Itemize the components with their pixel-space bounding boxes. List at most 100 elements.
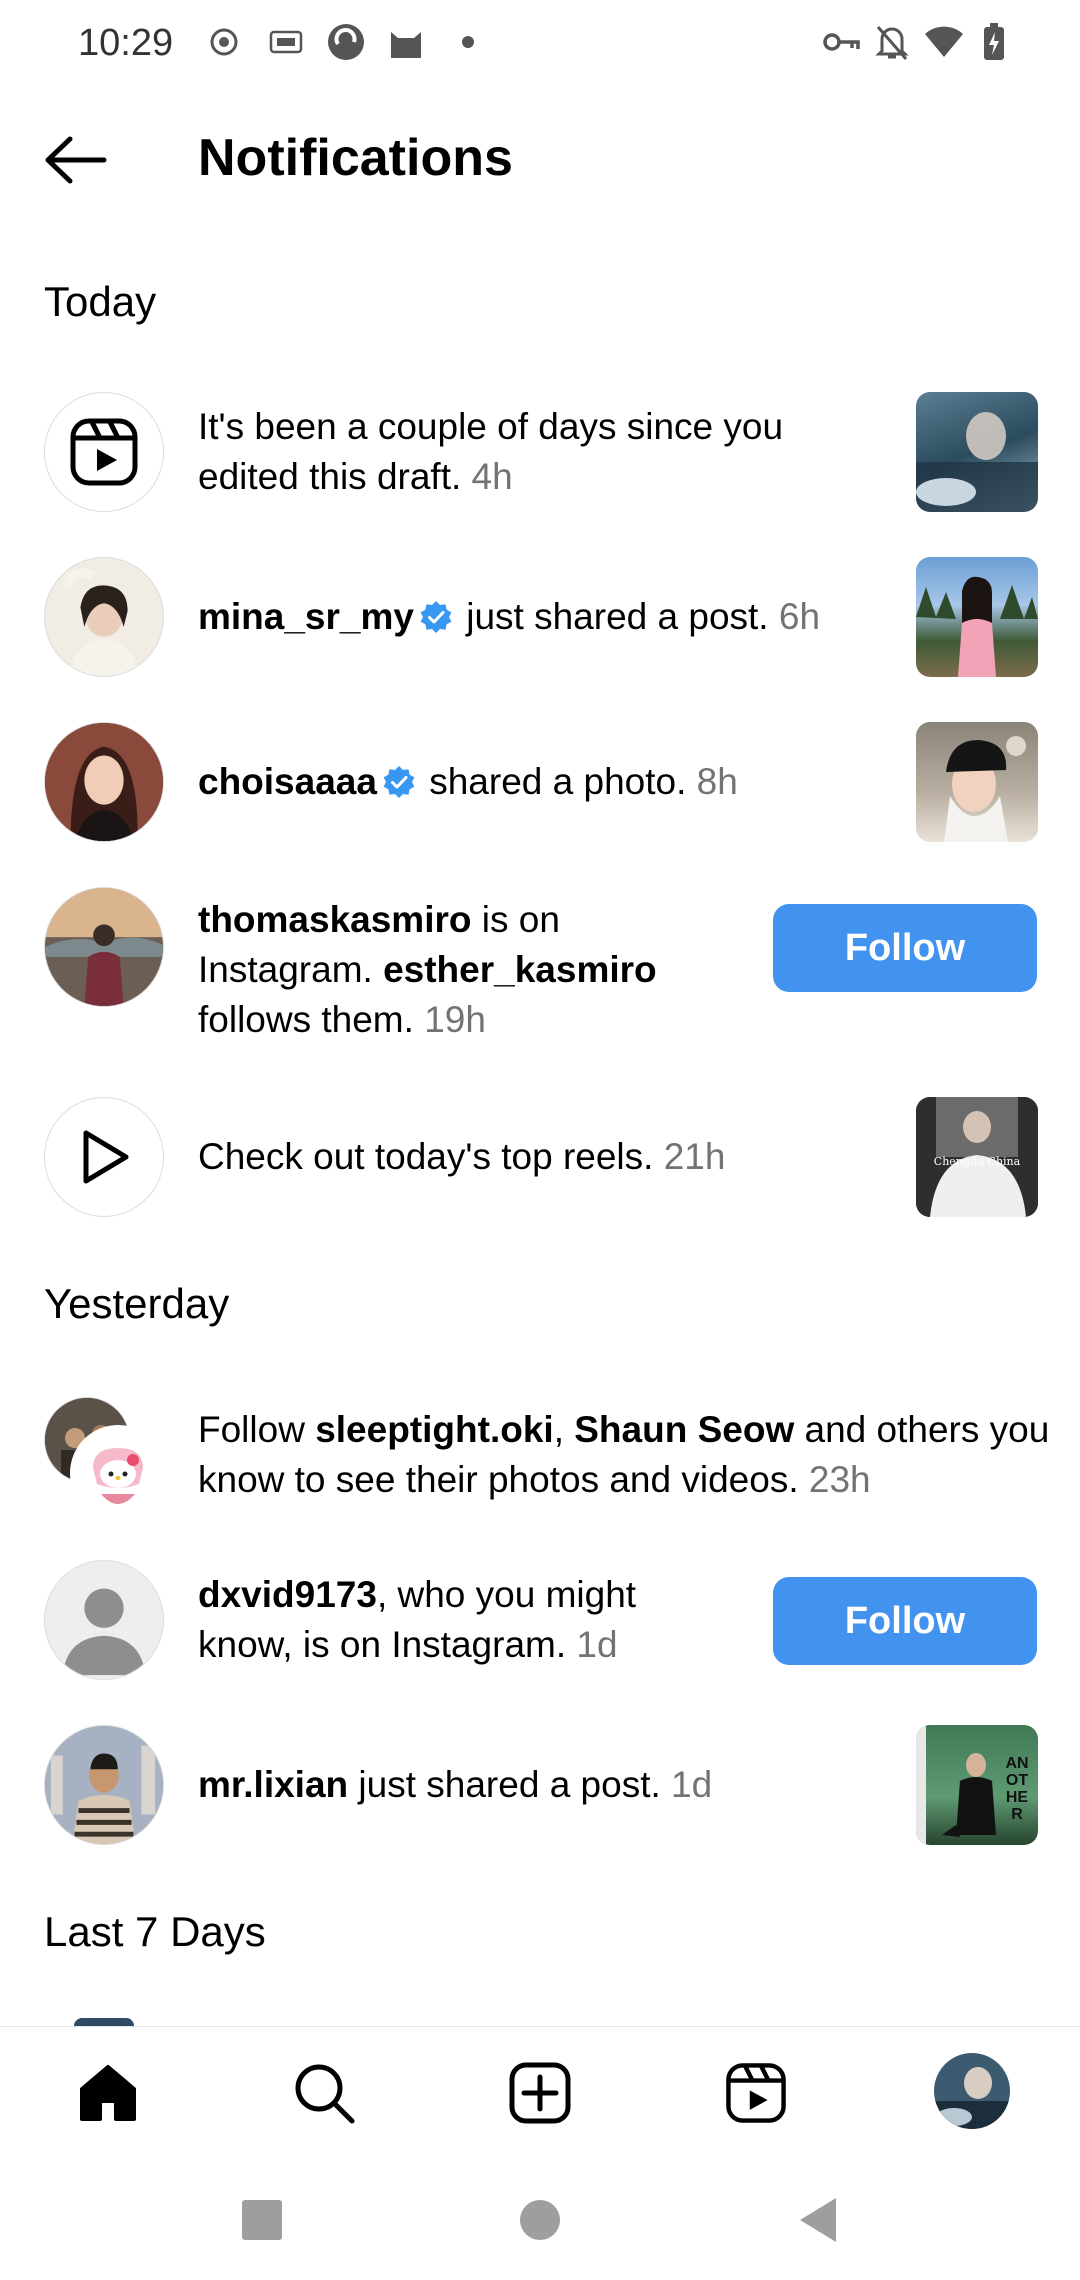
notification-message: just shared a post. xyxy=(466,596,769,637)
notification-time: 4h xyxy=(471,456,513,497)
post-thumbnail[interactable] xyxy=(916,557,1038,677)
arrow-left-icon xyxy=(45,136,107,184)
notification-draft[interactable]: It's been a couple of days since you edi… xyxy=(0,392,1080,514)
post-thumbnail[interactable]: AN OTHER xyxy=(916,1725,1038,1845)
notification-line: follows them. 19h xyxy=(198,999,486,1040)
verified-badge-icon xyxy=(420,601,452,633)
notification-text: mina_sr_my just shared a post. 6h xyxy=(198,592,820,642)
username[interactable]: choisaaaa xyxy=(198,761,377,802)
notification-time: 6h xyxy=(778,596,821,637)
notification-line: know, is on Instagram. 1d xyxy=(198,1624,618,1665)
status-time: 10:29 xyxy=(78,22,174,64)
back-button[interactable] xyxy=(40,130,112,190)
notification-top-reels[interactable]: Check out today's top reels. 21h Chengdu… xyxy=(0,1097,1080,1219)
notification-text: dxvid9173, who you might know, is on Ins… xyxy=(198,1570,636,1670)
wifi-icon xyxy=(922,20,966,64)
nav-create[interactable] xyxy=(504,2057,576,2129)
notification-photo[interactable]: choisaaaa shared a photo. 8h xyxy=(0,722,1080,844)
recents-button[interactable] xyxy=(238,2196,286,2244)
nav-reels[interactable] xyxy=(720,2057,792,2129)
thumbnail-caption: AN OTHER xyxy=(1005,1755,1029,1823)
record-icon xyxy=(202,20,246,64)
avatar[interactable] xyxy=(44,1725,164,1845)
bottom-nav xyxy=(0,2026,1080,2156)
iqiyi-icon xyxy=(264,20,308,64)
notification-follow-suggestions[interactable]: Follow sleeptight.oki, Shaun Seow and ot… xyxy=(0,1395,1080,1521)
app-circle-icon xyxy=(324,20,368,64)
search-icon xyxy=(295,2064,355,2124)
dot-icon xyxy=(446,20,490,64)
notification-time: 1d xyxy=(576,1624,618,1665)
username[interactable]: esther_kasmiro xyxy=(383,949,657,990)
notification-time: 23h xyxy=(808,1459,871,1500)
username[interactable]: thomaskasmiro xyxy=(198,899,472,940)
reel-thumbnail[interactable]: Chengdu China xyxy=(916,1097,1038,1217)
username[interactable]: Shaun Seow xyxy=(574,1409,794,1450)
username[interactable]: mr.lixian xyxy=(198,1764,348,1805)
default-avatar-icon[interactable] xyxy=(44,1560,164,1680)
notification-line: dxvid9173, who you might xyxy=(198,1574,637,1615)
notification-post[interactable]: mina_sr_my just shared a post. 6h xyxy=(0,557,1080,679)
notification-message: just shared a post. xyxy=(358,1764,661,1805)
section-last-7-days: Last 7 Days xyxy=(44,1908,266,1955)
circle-icon xyxy=(520,2200,560,2240)
header: Notifications xyxy=(0,100,1080,220)
notification-text: choisaaaa shared a photo. 8h xyxy=(198,757,738,807)
nav-profile-avatar[interactable] xyxy=(934,2053,1010,2129)
status-bar: 10:29 xyxy=(0,0,1080,88)
reels-draft-avatar xyxy=(44,392,164,512)
reels-icon xyxy=(70,418,138,486)
notification-suggested-user[interactable]: dxvid9173, who you might know, is on Ins… xyxy=(0,1560,1080,1682)
avatar xyxy=(70,1425,166,1521)
create-icon xyxy=(509,2062,571,2124)
username[interactable]: dxvid9173 xyxy=(198,1574,377,1615)
notification-line: Follow sleeptight.oki, Shaun Seow and ot… xyxy=(198,1409,1050,1450)
thumbnail-caption: Chengdu China xyxy=(933,1155,1021,1168)
back-system-button[interactable] xyxy=(794,2196,842,2244)
notification-text: mr.lixian just shared a post. 1d xyxy=(198,1760,712,1810)
nav-search[interactable] xyxy=(288,2057,360,2129)
notification-time: 1d xyxy=(671,1764,713,1805)
notification-suggested-user[interactable]: thomaskasmiro is on Instagram. esther_ka… xyxy=(0,887,1080,1057)
section-yesterday: Yesterday xyxy=(44,1280,230,1327)
reels-icon xyxy=(726,2063,786,2123)
follow-button[interactable]: Follow xyxy=(773,904,1037,992)
notification-time: 19h xyxy=(424,999,486,1040)
notifications-off-icon xyxy=(870,20,914,64)
home-button[interactable] xyxy=(516,2196,564,2244)
post-thumbnail[interactable] xyxy=(916,722,1038,842)
reels-avatar xyxy=(44,1097,164,1217)
avatar[interactable] xyxy=(44,557,164,677)
notification-message: shared a photo. xyxy=(429,761,687,802)
square-icon xyxy=(242,2200,282,2240)
username[interactable]: sleeptight.oki xyxy=(315,1409,553,1450)
notification-line: Instagram. esther_kasmiro xyxy=(198,949,657,990)
avatar xyxy=(74,2018,134,2026)
post-thumbnail[interactable] xyxy=(916,392,1038,512)
avatar[interactable] xyxy=(44,722,164,842)
notification-post[interactable]: mr.lixian just shared a post. 1d AN OTHE… xyxy=(0,1725,1080,1847)
notification-line: edited this draft. 4h xyxy=(198,456,513,497)
notification-line: It's been a couple of days since you xyxy=(198,406,784,447)
page-title: Notifications xyxy=(198,129,513,187)
username[interactable]: mina_sr_my xyxy=(198,596,414,637)
triangle-back-icon xyxy=(800,2198,836,2242)
notification-text: Check out today's top reels. 21h xyxy=(198,1132,725,1182)
vpn-key-icon xyxy=(820,20,864,64)
follow-button[interactable]: Follow xyxy=(773,1577,1037,1665)
notification-line: know to see their photos and videos. 23h xyxy=(198,1459,871,1500)
system-navigation-bar xyxy=(0,2156,1080,2280)
notification-line: thomaskasmiro is on xyxy=(198,899,560,940)
verified-badge-icon xyxy=(383,766,415,798)
notification-time: 21h xyxy=(663,1136,726,1177)
nav-home[interactable] xyxy=(72,2057,144,2129)
notification-text: thomaskasmiro is on Instagram. esther_ka… xyxy=(198,895,657,1045)
notification-time: 8h xyxy=(696,761,738,802)
notification-text: It's been a couple of days since you edi… xyxy=(198,402,783,502)
cat-icon xyxy=(384,20,428,64)
avatar[interactable] xyxy=(44,887,164,1007)
notification-text: Follow sleeptight.oki, Shaun Seow and ot… xyxy=(198,1405,1049,1505)
battery-charging-icon xyxy=(972,20,1016,64)
play-icon xyxy=(83,1130,129,1184)
home-icon xyxy=(80,2065,136,2121)
